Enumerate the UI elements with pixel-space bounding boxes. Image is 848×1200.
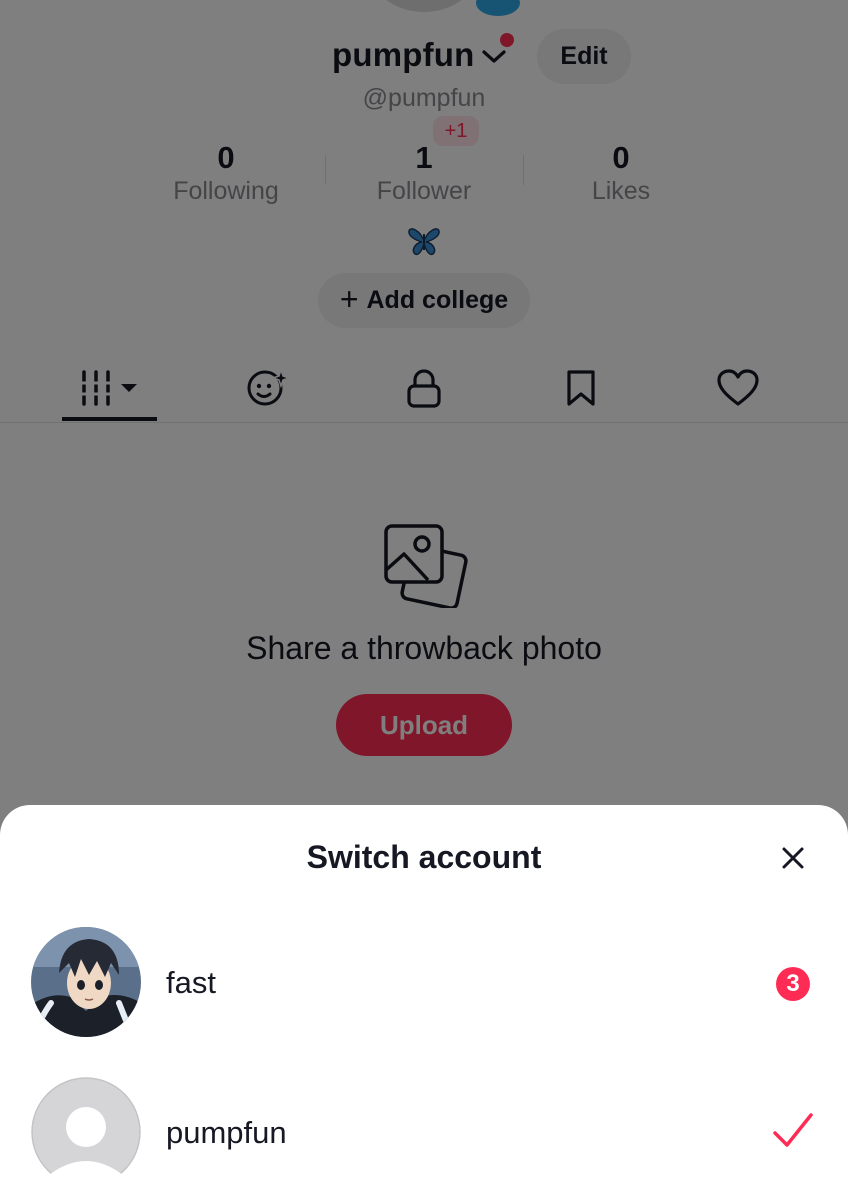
close-icon <box>782 847 804 869</box>
notification-count-badge: 3 <box>776 967 810 1001</box>
checkmark-icon <box>773 1113 813 1147</box>
sheet-title: Switch account <box>306 839 542 875</box>
account-row-fast[interactable]: fast 3 <box>0 927 848 1039</box>
account-name: fast <box>166 965 216 1000</box>
anime-avatar <box>31 927 141 1037</box>
anime-avatar-image <box>31 927 141 1037</box>
default-avatar <box>31 1077 141 1187</box>
account-name: pumpfun <box>166 1115 287 1150</box>
switch-account-sheet: Switch account fast 3 pumpfun <box>0 805 848 1200</box>
close-button[interactable] <box>774 839 812 877</box>
default-avatar-image <box>31 1077 141 1187</box>
account-row-pumpfun[interactable]: pumpfun <box>0 1077 848 1189</box>
